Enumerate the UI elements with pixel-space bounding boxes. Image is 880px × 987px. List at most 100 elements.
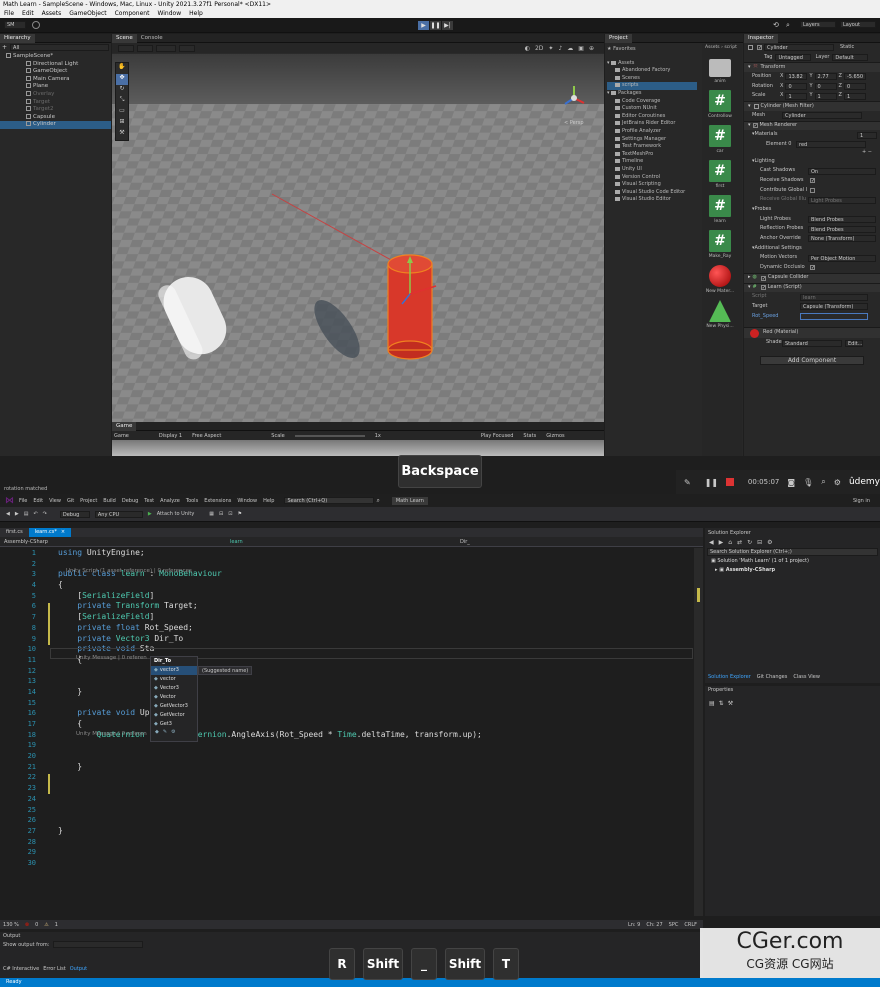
mesh-renderer-checkbox[interactable]: ✓ — [752, 123, 758, 129]
asset-tile[interactable]: anim — [702, 59, 738, 84]
vs-menu-analyze[interactable]: Analyze — [160, 498, 180, 504]
hierarchy-item[interactable]: Main Camera — [0, 75, 111, 84]
codelens-message-update[interactable]: Unity Message | 0 referen — [76, 731, 147, 737]
vs-search-input[interactable]: Search (Ctrl+Q) — [284, 497, 375, 504]
code-line[interactable] — [36, 772, 58, 783]
tab-game[interactable]: Game — [112, 421, 137, 431]
code-line[interactable]: { — [36, 580, 63, 591]
asset-tile[interactable]: # Make_Ray — [702, 230, 738, 259]
scale-slider[interactable] — [294, 434, 365, 437]
target-field[interactable]: Capsule (Transform) — [800, 303, 868, 311]
vs-menu-help[interactable]: Help — [263, 498, 274, 504]
hierarchy-item[interactable]: Directional Light — [0, 60, 111, 69]
anchor-override-field[interactable]: None (Transform) — [808, 235, 876, 243]
display-dropdown[interactable]: Display 1 — [159, 433, 182, 439]
vs-menu-tools[interactable]: Tools — [186, 498, 198, 504]
lighting-foldout[interactable]: ▾ Lighting — [744, 157, 880, 167]
position-x[interactable]: 13.82 — [785, 73, 808, 81]
rotation-z[interactable]: 0 — [843, 83, 866, 91]
scale-y[interactable]: 1 — [814, 92, 837, 100]
2d-toggle-icon[interactable]: 2D — [535, 45, 543, 52]
aspect-dropdown[interactable]: Free Aspect — [192, 433, 221, 439]
line-ending[interactable]: CRLF — [684, 922, 697, 928]
save-icon[interactable]: ▤ — [24, 511, 29, 517]
hierarchy-item[interactable]: Overlay — [0, 90, 111, 99]
hierarchy-item[interactable]: GameObject — [0, 68, 111, 76]
transform-tool-icon[interactable]: ⊞ — [116, 118, 128, 129]
toolbar-icon-a[interactable]: ▦ — [209, 511, 214, 517]
asset-tile[interactable]: # Controllow — [702, 90, 738, 119]
code-line[interactable]: } — [36, 687, 82, 698]
solution-tab[interactable]: Git Changes — [757, 674, 788, 680]
pause-record-icon[interactable]: ❚❚ — [705, 478, 718, 487]
active-checkbox[interactable]: ✓ — [757, 45, 762, 51]
settings-icon[interactable]: ⚙ — [834, 478, 841, 487]
step-button[interactable]: ▶| — [442, 21, 453, 30]
vs-menu-edit[interactable]: Edit — [33, 498, 43, 504]
unity-menu-window[interactable]: Window — [157, 9, 181, 18]
codelens-script[interactable]: Unity Script (1 asset reference) | 0 ref… — [66, 568, 192, 574]
attach-play-icon[interactable]: ▶ — [148, 511, 152, 517]
gizmos-button[interactable]: Gizmos — [546, 433, 564, 439]
package-item[interactable]: Timeline — [607, 158, 697, 166]
hierarchy-item[interactable]: Cylinder — [0, 121, 111, 129]
solution-node[interactable]: ▣ Solution 'Math Learn' (1 of 1 project) — [705, 557, 880, 566]
unity-menu-component[interactable]: Component — [115, 9, 150, 18]
scale-x[interactable]: 1 — [785, 92, 808, 100]
code-line[interactable]: } — [36, 826, 63, 837]
pen-icon[interactable]: ✎ — [684, 478, 691, 487]
vs-menu-window[interactable]: Window — [237, 498, 257, 504]
asset-folder-item[interactable]: Scenes — [607, 75, 697, 83]
categorized-icon[interactable]: ▤ — [709, 700, 715, 707]
position-y[interactable]: 2.77 — [814, 73, 837, 81]
package-item[interactable]: Code Coverage — [607, 98, 697, 106]
back-icon[interactable]: ◀ — [6, 511, 10, 517]
package-item[interactable]: Visual Studio Code Editor — [607, 189, 697, 197]
toolbar-icon-c[interactable]: ⊡ — [228, 511, 232, 517]
se-collapse-icon[interactable]: ⊟ — [757, 539, 762, 546]
learn-script-checkbox[interactable]: ✓ — [760, 285, 766, 291]
spacing-mode[interactable]: SPC — [669, 922, 679, 928]
output-tab[interactable]: Error List — [43, 966, 66, 972]
hierarchy-item[interactable]: Target — [0, 98, 111, 107]
code-line[interactable] — [36, 676, 58, 687]
package-item[interactable]: Version Control — [607, 174, 697, 182]
vs-menu-git[interactable]: Git — [67, 498, 74, 504]
hierarchy-item[interactable]: Target2 — [0, 106, 111, 114]
shading-icon[interactable]: ◐ — [525, 45, 530, 52]
se-back-icon[interactable]: ◀ — [709, 539, 714, 546]
position-z[interactable]: -5.650 — [843, 73, 866, 81]
se-sync-icon[interactable]: ⇄ — [737, 539, 742, 546]
zoom-icon[interactable]: ⌕ — [821, 477, 825, 487]
hierarchy-search-input[interactable]: All — [10, 44, 109, 51]
code-line[interactable] — [36, 837, 58, 848]
autocomplete-item[interactable]: ◆ vector — [151, 675, 197, 684]
assets-item[interactable]: ▾ Assets — [607, 60, 697, 68]
vertical-scrollbar[interactable] — [694, 548, 703, 916]
audio-icon[interactable]: ♪ — [558, 45, 562, 52]
forward-icon[interactable]: ▶ — [15, 511, 19, 517]
game-viewport[interactable] — [112, 440, 604, 456]
probes-foldout[interactable]: ▾ Probes — [744, 205, 880, 215]
light-probes-dropdown[interactable]: Blend Probes — [808, 216, 876, 224]
se-settings-icon[interactable]: ⚙ — [767, 539, 772, 546]
receive-gi-dropdown[interactable]: Light Probes — [808, 196, 876, 204]
hierarchy-item[interactable]: SampleScene* — [0, 53, 111, 61]
layout-dropdown[interactable]: Layout — [840, 21, 876, 28]
asset-tile[interactable]: # first — [702, 160, 738, 189]
hierarchy-item[interactable]: Plane — [0, 83, 111, 91]
code-line[interactable] — [36, 815, 58, 826]
redo-icon[interactable]: ↷ — [43, 511, 47, 517]
gizmo-icon[interactable]: ⊕ — [589, 45, 594, 52]
tag-dropdown[interactable]: Untagged — [775, 54, 812, 62]
history-icon[interactable]: ⟲ — [773, 21, 779, 29]
file-tab[interactable]: learn.cs* × — [28, 528, 72, 537]
error-icon[interactable]: ⊗ — [25, 922, 29, 928]
draw-mode-dropdown[interactable] — [118, 44, 134, 52]
tab-scene[interactable]: Scene — [112, 33, 137, 43]
package-item[interactable]: Editor Coroutines — [607, 113, 697, 121]
code-editor[interactable]: 1 using UnityEngine; 2 3 public class learn … — [0, 548, 703, 916]
package-item[interactable]: Settings Manager — [607, 136, 697, 144]
se-forward-icon[interactable]: ▶ — [719, 539, 724, 546]
grid-dropdown[interactable] — [156, 44, 176, 52]
